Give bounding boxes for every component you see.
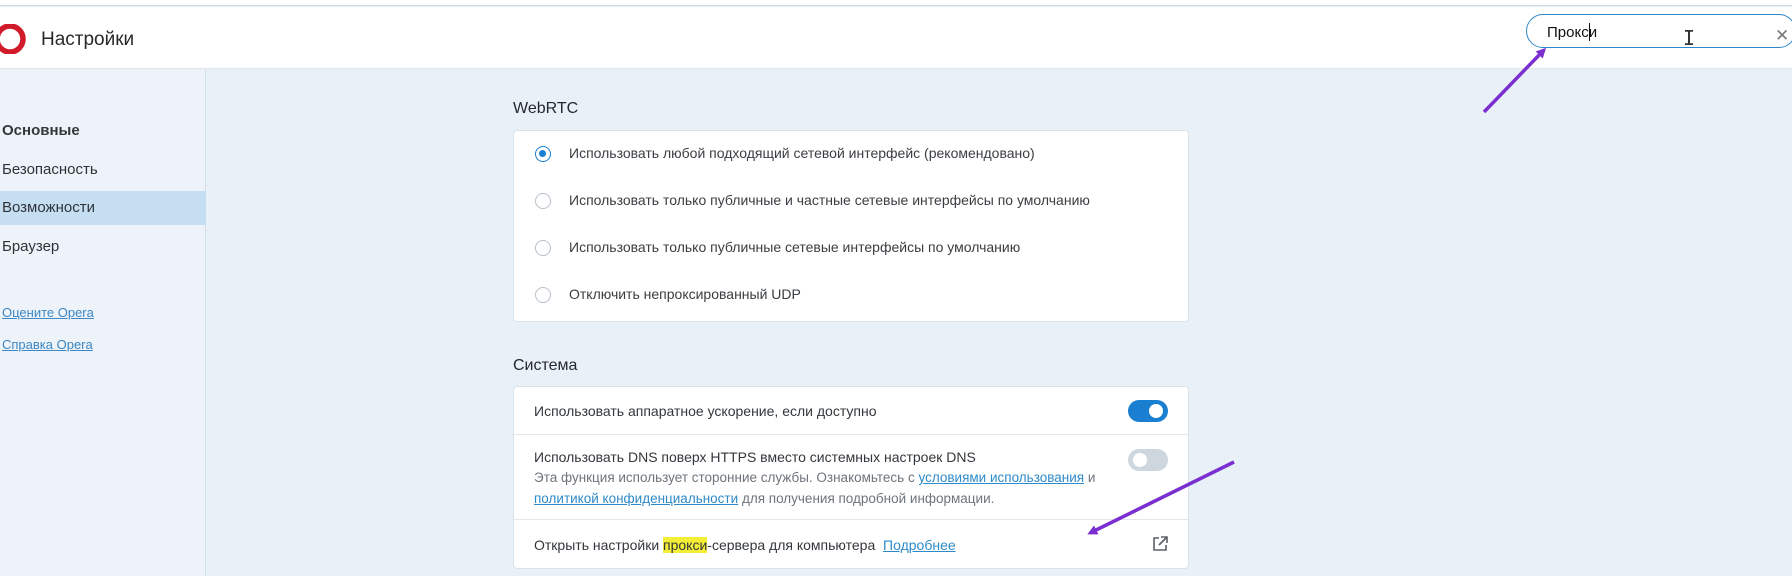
page-title: Настройки [41,29,135,50]
terms-of-use-link[interactable]: условиями использования [918,470,1084,485]
dns-desc-text: Эта функция использует сторонние службы.… [534,470,915,485]
proxy-settings-row[interactable]: Открыть настройки прокси-сервера для ком… [514,520,1188,568]
dns-over-https-toggle[interactable] [1128,449,1168,471]
window-top-edge [0,0,1792,6]
dns-desc-text: для получения подробной информации. [741,491,995,506]
dns-description: Эта функция использует сторонние службы.… [534,470,1095,485]
sidebar-item-browser[interactable]: Браузер [0,230,206,264]
hw-accel-toggle[interactable] [1128,400,1168,422]
sidebar-item-features[interactable]: Возможности [0,191,206,225]
sidebar: Основные Безопасность Возможности Браузе… [0,70,206,576]
search-input[interactable] [1547,21,1747,43]
proxy-label-text: Открыть настройки [534,537,660,553]
text-caret [1589,23,1590,41]
settings-header: Настройки [0,7,1792,69]
webrtc-card: Использовать любой подходящий сетевой ин… [513,130,1189,322]
radio-button[interactable] [535,240,551,256]
radio-button[interactable] [535,193,551,209]
hw-accel-label: Использовать аппаратное ускорение, если … [534,403,877,419]
dns-row: Использовать DNS поверх HTTPS вместо сис… [514,435,1188,520]
close-icon[interactable]: ✕ [1775,26,1789,46]
proxy-label-text: -сервера для компьютера [707,537,876,553]
external-link-icon[interactable] [1151,535,1169,553]
radio-label: Использовать только публичные и частные … [569,192,1090,208]
rate-opera-link[interactable]: Оцените Opera [2,305,94,320]
dns-desc-text: и [1087,470,1096,485]
dns-description-line-2: политикой конфиденциальности для получен… [534,491,994,506]
radio-button-checked[interactable] [535,146,551,162]
proxy-settings-label: Открыть настройки прокси-сервера для ком… [534,537,956,553]
webrtc-option-default[interactable]: Использовать любой подходящий сетевой ин… [514,131,1188,177]
radio-button[interactable] [535,287,551,303]
opera-help-link[interactable]: Справка Opera [2,337,93,352]
webrtc-option-public-private[interactable]: Использовать только публичные и частные … [514,178,1188,224]
webrtc-option-public-only[interactable]: Использовать только публичные сетевые ин… [514,225,1188,271]
system-card: Использовать аппаратное ускорение, если … [513,386,1189,569]
webrtc-option-disable-udp[interactable]: Отключить непроксированный UDP [514,272,1188,318]
radio-label: Использовать только публичные сетевые ин… [569,239,1021,255]
dns-label: Использовать DNS поверх HTTPS вместо сис… [534,449,976,465]
privacy-policy-link[interactable]: политикой конфиденциальности [534,491,738,506]
text-cursor-icon: I [1683,26,1696,50]
system-section-title: Система [513,357,578,374]
opera-logo-icon [0,24,26,54]
sidebar-item-security[interactable]: Безопасность [0,153,206,187]
webrtc-section-title: WebRTC [513,100,579,117]
radio-label: Отключить непроксированный UDP [569,286,801,302]
hw-accel-row: Использовать аппаратное ускорение, если … [514,387,1188,435]
search-highlight: прокси [663,537,708,553]
sidebar-item-basic[interactable]: Основные [0,114,206,148]
learn-more-link[interactable]: Подробнее [883,537,956,553]
radio-label: Использовать любой подходящий сетевой ин… [569,145,1035,161]
settings-search[interactable] [1526,14,1792,48]
